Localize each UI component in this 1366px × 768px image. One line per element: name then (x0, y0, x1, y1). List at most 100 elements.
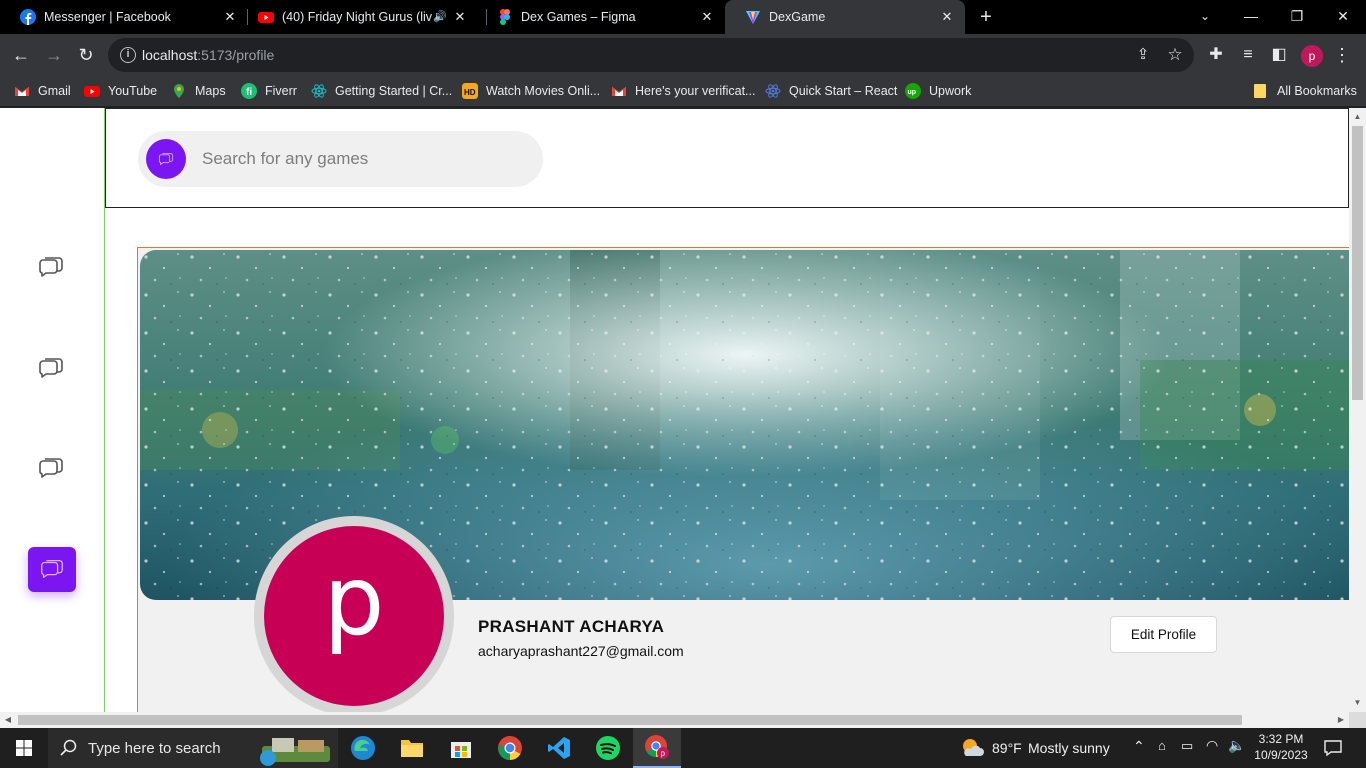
volume-icon[interactable]: 🔈 (1228, 737, 1245, 754)
all-bookmarks[interactable]: All Bookmarks (1253, 83, 1357, 99)
figma-icon (500, 9, 510, 25)
close-window-button[interactable]: ✕ (1320, 0, 1366, 34)
bookmarks-bar: Gmail YouTube Maps fi Fiverr Getting Sta… (0, 76, 1366, 107)
notification-icon[interactable] (1323, 738, 1343, 758)
profile-avatar[interactable]: p (264, 526, 444, 706)
bookmark-label: Maps (195, 84, 226, 98)
spotify-icon (596, 736, 620, 760)
url-path: :5173/profile (197, 47, 275, 63)
tab-title: DexGame (769, 10, 826, 24)
bookmark-verification[interactable]: Here's your verificat... (611, 83, 755, 99)
horizontal-scrollbar[interactable]: ◀ ▶ (0, 712, 1349, 728)
meet-now-icon[interactable]: ⌂ (1158, 738, 1166, 753)
avatar-ring: p (254, 516, 454, 712)
media-queue-icon[interactable]: ≡ (1237, 44, 1259, 66)
scroll-left-arrow-icon[interactable]: ◀ (3, 715, 13, 725)
bookmark-getting-started[interactable]: Getting Started | Cr... (311, 83, 452, 99)
bookmark-quick-start-react[interactable]: Quick Start – React (765, 83, 897, 99)
url-text[interactable]: localhost:5173/profile (142, 47, 274, 63)
scroll-down-arrow-icon[interactable]: ▼ (1353, 698, 1362, 707)
scroll-up-arrow-icon[interactable]: ▲ (1353, 112, 1362, 121)
menu-dots-icon[interactable]: ⋮ (1331, 44, 1353, 66)
weather-temp[interactable]: 89°F (992, 740, 1022, 756)
close-tab-icon[interactable]: ✕ (939, 9, 955, 25)
bookmark-watch-movies[interactable]: HD Watch Movies Onli... (462, 83, 600, 99)
svg-text:fi: fi (246, 87, 252, 98)
bookmark-label: Here's your verificat... (635, 84, 756, 98)
url-host: localhost (142, 47, 198, 63)
game-search-bar[interactable]: Search for any games (138, 131, 543, 187)
taskbar-search-input[interactable]: Type here to search (88, 740, 221, 757)
taskbar-vscode[interactable] (535, 728, 583, 768)
close-tab-icon[interactable]: ✕ (699, 9, 715, 25)
bookmark-fiverr[interactable]: fi Fiverr (241, 83, 297, 99)
bookmark-upwork[interactable]: up Upwork (905, 83, 971, 99)
vertical-scrollbar[interactable]: ▲ ▼ (1349, 108, 1366, 712)
tab-title: Messenger | Facebook (44, 10, 171, 24)
forward-arrow-icon[interactable]: → (43, 44, 65, 66)
bookmark-gmail[interactable]: Gmail (14, 83, 71, 99)
chat-icon (41, 559, 63, 579)
vscode-icon (548, 737, 570, 759)
clock[interactable]: 3:32 PM 10/9/2023 (1246, 731, 1316, 763)
edit-profile-button[interactable]: Edit Profile (1110, 616, 1217, 653)
bookmark-label: Gmail (38, 84, 71, 98)
windows-start-icon[interactable] (0, 728, 48, 768)
chat-icon[interactable] (36, 252, 66, 282)
close-tab-icon[interactable]: ✕ (452, 9, 468, 25)
bookmark-label: Getting Started | Cr... (335, 84, 453, 98)
search-button[interactable] (146, 139, 186, 179)
browser-toolbar: ← → ↻ i localhost:5173/profile ⇪ ☆ ✚ ≡ ◧… (0, 34, 1366, 76)
new-tab-button[interactable]: + (976, 7, 996, 27)
tab-youtube[interactable]: (40) Friday Night Gurus (live 🔊 ✕ (238, 0, 486, 34)
profile-avatar-button[interactable]: p (1301, 45, 1323, 67)
chat-icon[interactable] (36, 453, 66, 483)
scrollbar-thumb[interactable] (18, 715, 1242, 725)
maps-icon (174, 84, 184, 98)
taskbar-search[interactable]: Type here to search (48, 728, 338, 768)
svg-text:up: up (908, 89, 917, 96)
youtube-icon (258, 12, 274, 23)
share-icon[interactable]: ⇪ (1132, 44, 1154, 66)
site-info-icon[interactable]: i (120, 47, 136, 63)
chrome-icon (498, 736, 522, 760)
fiverr-icon: fi (241, 83, 257, 99)
search-input[interactable]: Search for any games (202, 149, 368, 169)
tab-dexgame[interactable]: DexGame ✕ (725, 0, 965, 34)
taskbar-chrome-profile[interactable]: p (633, 728, 681, 768)
bookmark-star-icon[interactable]: ☆ (1164, 44, 1186, 66)
tab-search-chevron-icon[interactable]: ⌄ (1182, 0, 1228, 34)
bookmark-maps[interactable]: Maps (171, 83, 226, 99)
extensions-puzzle-icon[interactable]: ✚ (1205, 44, 1227, 66)
reload-icon[interactable]: ↻ (75, 44, 97, 66)
close-tab-icon[interactable]: ✕ (222, 9, 238, 25)
taskbar-explorer[interactable] (388, 728, 436, 768)
battery-icon[interactable]: ▭ (1181, 738, 1193, 754)
restore-button[interactable]: ❐ (1274, 0, 1320, 34)
side-panel-icon[interactable]: ◧ (1268, 44, 1290, 66)
back-arrow-icon[interactable]: ← (10, 44, 32, 66)
tab-title: Dex Games – Figma (521, 10, 636, 24)
address-bar[interactable]: i localhost:5173/profile ⇪ ☆ (108, 38, 1194, 72)
weather-text[interactable]: Mostly sunny (1028, 740, 1110, 756)
scroll-right-arrow-icon[interactable]: ▶ (1336, 715, 1346, 725)
scrollbar-thumb[interactable] (1352, 126, 1363, 400)
bookmark-label: Fiverr (265, 84, 297, 98)
taskbar-spotify[interactable] (584, 728, 632, 768)
tab-messenger[interactable]: Messenger | Facebook ✕ (0, 0, 248, 34)
tray-chevron-icon[interactable]: ⌃ (1133, 738, 1145, 755)
bookmark-youtube[interactable]: YouTube (84, 83, 157, 99)
chat-icon[interactable] (36, 353, 66, 383)
bookmark-label: Quick Start – React (789, 84, 898, 98)
taskbar-chrome[interactable] (486, 728, 534, 768)
taskbar-store[interactable] (437, 728, 485, 768)
chrome-profile-icon: p (645, 735, 669, 759)
taskbar-edge[interactable] (339, 728, 387, 768)
speaker-icon[interactable]: 🔊 (432, 9, 448, 25)
windows-taskbar: Type here to search p 89°F Mostly sunny … (0, 728, 1366, 768)
svg-text:p: p (661, 749, 666, 758)
tab-figma[interactable]: Dex Games – Figma ✕ (477, 0, 725, 34)
minimize-button[interactable]: — (1228, 0, 1274, 34)
wifi-icon[interactable]: ◠ (1206, 737, 1218, 754)
sidebar-item-profile[interactable] (28, 547, 76, 592)
